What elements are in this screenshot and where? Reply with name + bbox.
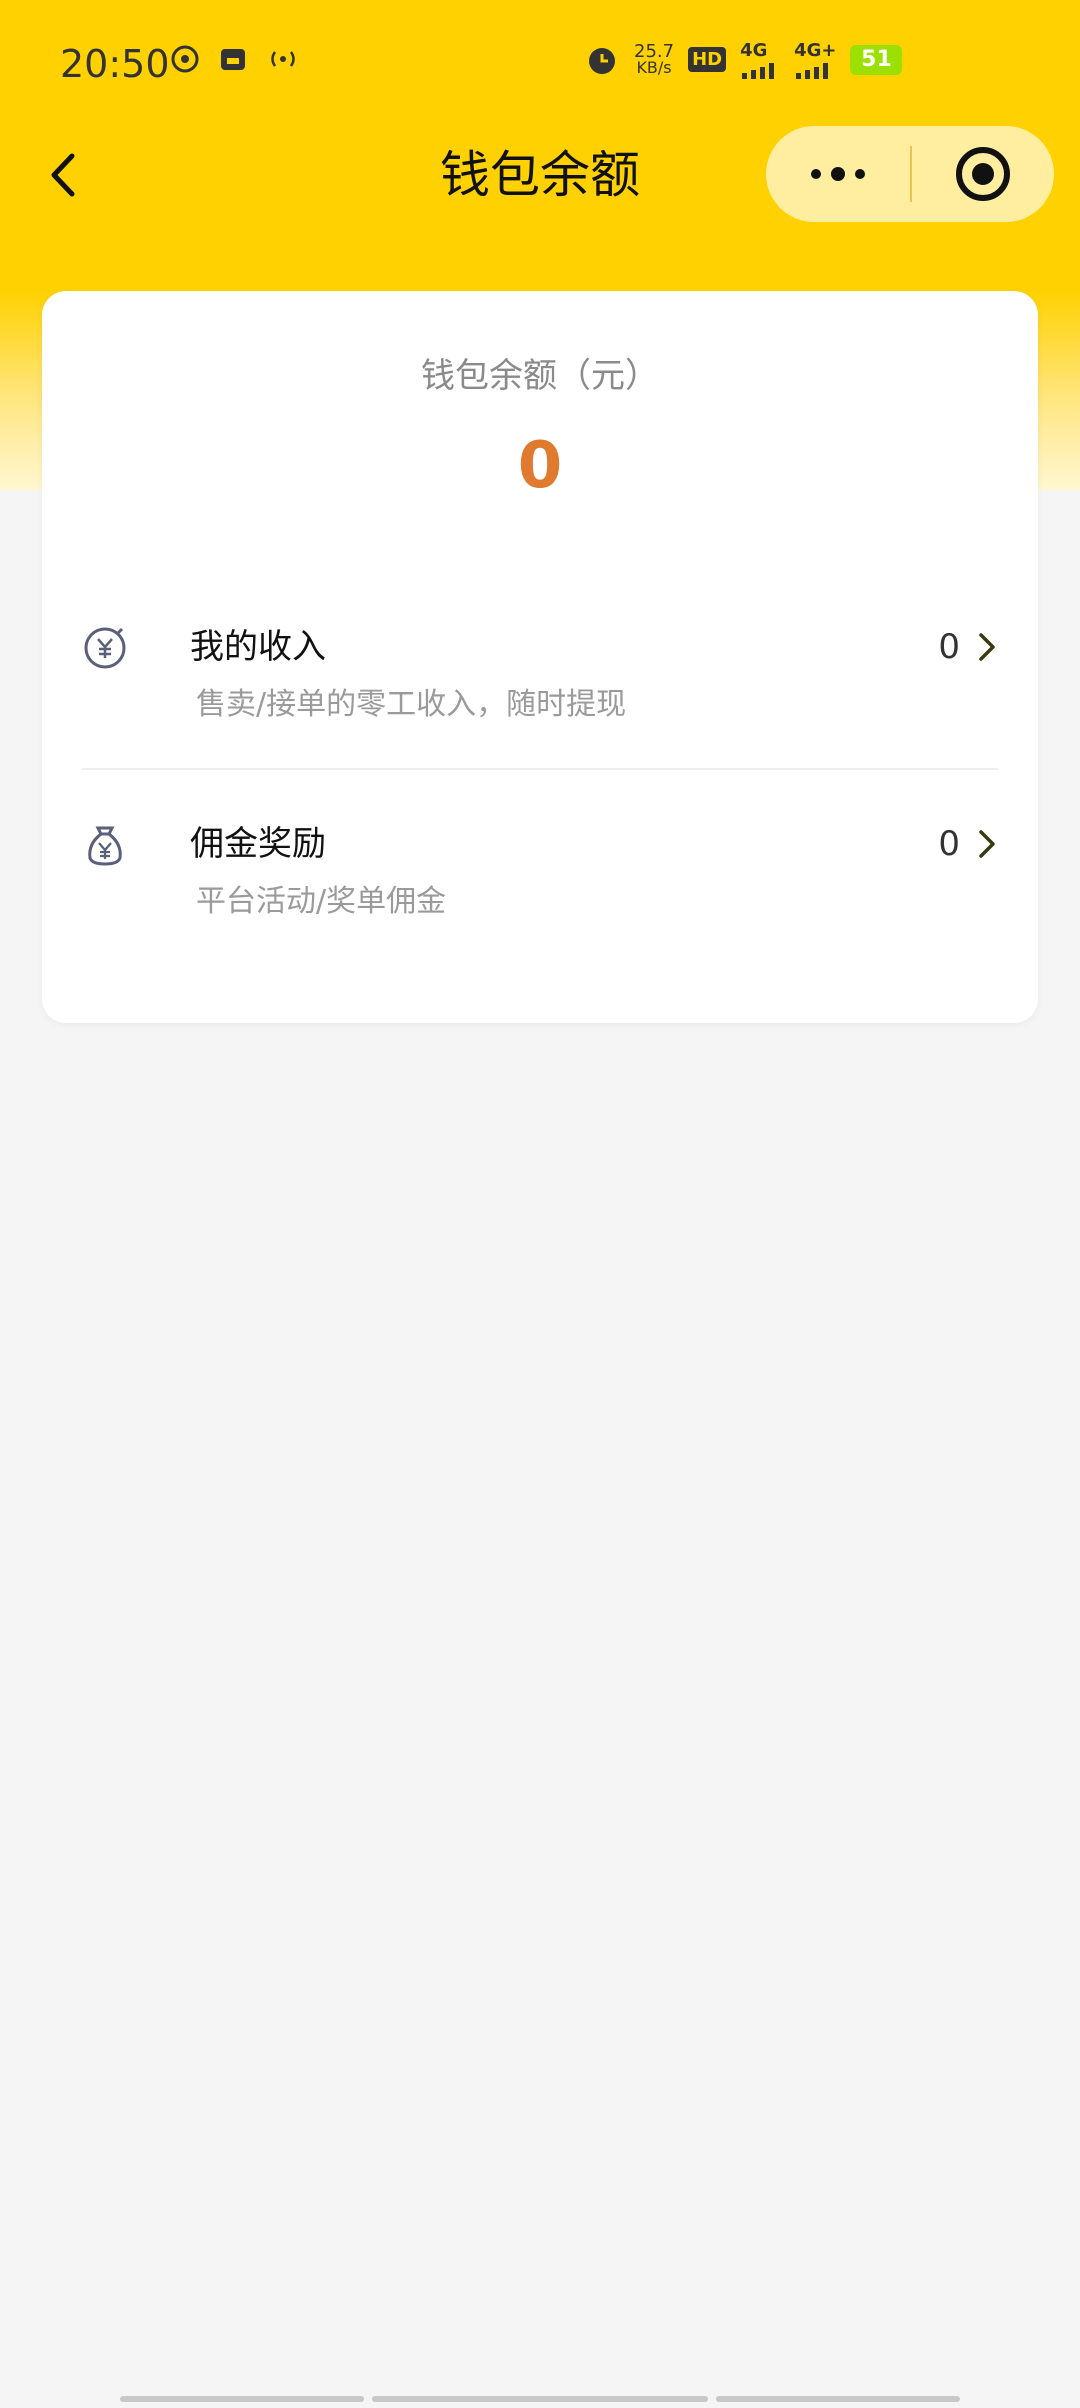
status-bar: 20:50 25.7 KB/s HD 4G 4G+ 51	[0, 0, 1080, 120]
netease-music-icon	[171, 45, 199, 73]
nav-bar: 钱包余额	[0, 120, 1080, 230]
more-dots-icon	[811, 167, 865, 181]
alarm-icon	[589, 47, 615, 74]
yen-coin-icon	[84, 627, 126, 669]
money-bag-icon	[88, 826, 122, 866]
sim2-signal: 4G+	[794, 40, 836, 79]
row-right: 0	[938, 621, 998, 673]
status-system-icons: 25.7 KB/s HD 4G 4G+ 51	[584, 40, 903, 79]
sim1-signal: 4G	[740, 40, 780, 79]
status-time: 20:50	[60, 42, 170, 86]
battery-level: 51	[861, 46, 892, 72]
row-right: 0	[938, 818, 998, 870]
battery-indicator: 51	[850, 44, 903, 75]
status-notification-icons	[170, 44, 300, 74]
balance-value: 0	[517, 429, 563, 503]
wallet-card: 钱包余额（元） 0 我的收入 售卖/接单的零工收入，随时提现 0 佣金奖励 平台…	[42, 291, 1038, 1023]
row-value: 0	[938, 627, 960, 667]
row-title: 我的收入	[190, 627, 326, 667]
net-speed-indicator: 25.7 KB/s	[634, 42, 674, 77]
row-subtitle: 售卖/接单的零工收入，随时提现	[196, 687, 627, 722]
more-options-button[interactable]	[766, 126, 910, 222]
row-divider	[82, 768, 998, 770]
commission-row[interactable]: 佣金奖励 平台活动/奖单佣金 0	[82, 818, 998, 948]
row-value: 0	[938, 824, 960, 864]
balance-label: 钱包余额（元）	[421, 356, 659, 396]
target-circle-icon	[956, 147, 1010, 201]
close-miniprogram-button[interactable]	[912, 126, 1054, 222]
hd-badge: HD	[688, 47, 727, 72]
net-speed-unit: KB/s	[636, 57, 672, 77]
income-row[interactable]: 我的收入 售卖/接单的零工收入，随时提现 0	[82, 621, 998, 751]
miniprogram-capsule	[766, 126, 1054, 222]
app-notification-icon	[221, 49, 245, 70]
chevron-right-icon	[979, 633, 995, 661]
signal-bars-icon	[742, 63, 775, 79]
row-subtitle: 平台活动/奖单佣金	[196, 884, 447, 919]
home-indicator[interactable]	[120, 2396, 960, 2402]
signal-bars-icon	[796, 63, 829, 79]
row-title: 佣金奖励	[190, 824, 326, 864]
chevron-right-icon	[979, 830, 995, 858]
hotspot-icon	[271, 51, 295, 67]
